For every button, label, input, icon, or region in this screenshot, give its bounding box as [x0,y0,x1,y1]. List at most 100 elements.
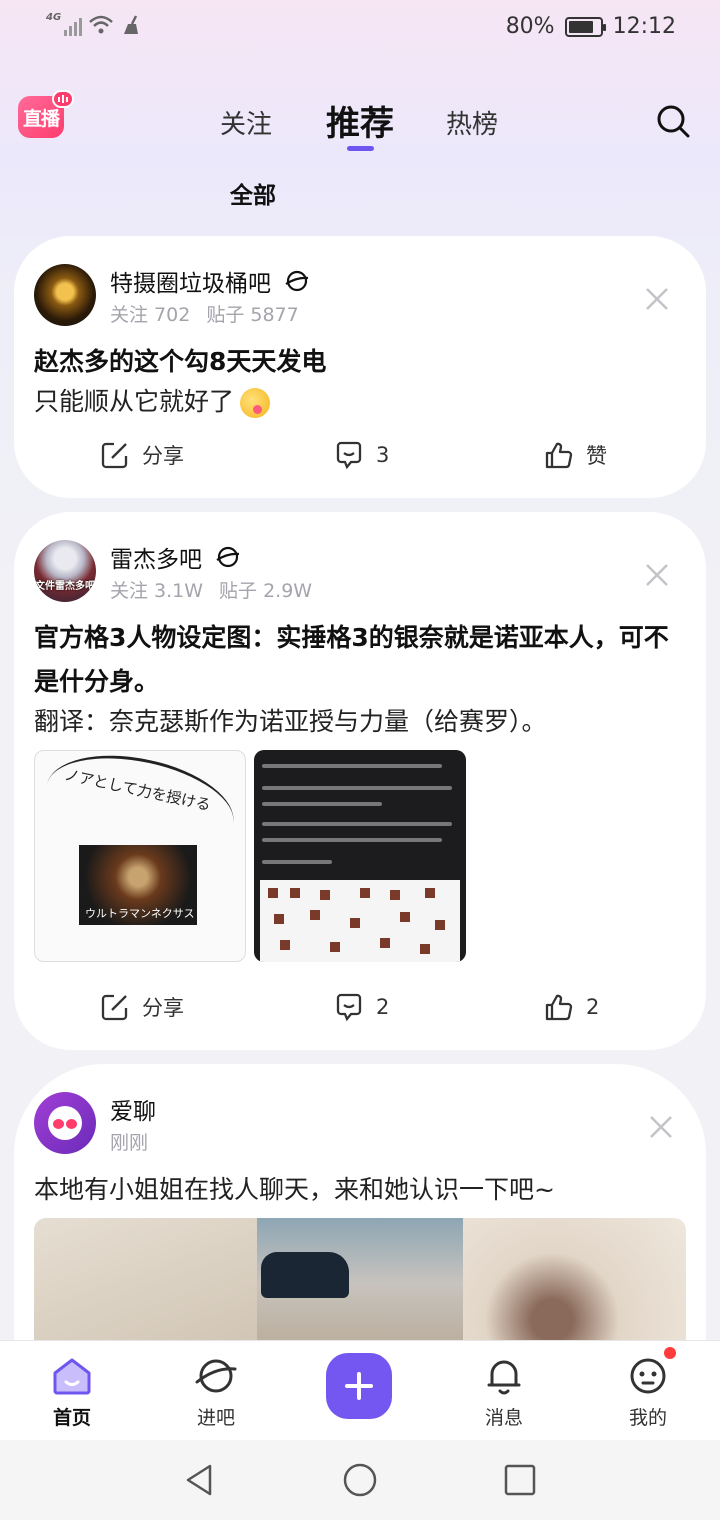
signal-icon: 4G [46,12,82,36]
tab-recommend[interactable]: 推荐 [326,96,394,145]
comment-button[interactable]: 2 [334,992,389,1022]
text-line [262,822,452,826]
forum-name-row[interactable]: 雷杰多吧 [110,540,240,574]
nav-messages[interactable]: 消息 [464,1355,544,1430]
post-count: 贴子 5877 [206,304,299,326]
tab-follow[interactable]: 关注 [220,104,272,141]
post-body[interactable]: 只能顺从它就好了 [34,382,694,422]
home-icon [53,1358,91,1395]
close-icon[interactable] [648,1114,674,1140]
tab-hot[interactable]: 热榜 [446,104,498,141]
like-label: 赞 [586,444,607,468]
plus-icon [345,1372,373,1400]
forum-name: 雷杰多吧 [110,547,202,573]
heart-eye-icon [66,1119,77,1129]
post-images: ノアとして力を授ける ウルトラマンネクサス [34,750,466,962]
app-avatar[interactable] [34,1092,96,1154]
post-card[interactable]: 特摄圈垃圾桶吧 关注 702 贴子 5877 赵杰多的这个勾8天天发电 只能顺从… [14,236,706,498]
text-line [262,786,452,790]
nav-messages-label: 消息 [484,1407,523,1429]
comment-count: 3 [376,443,390,467]
image-figure: ウルトラマンネクサス [79,845,197,925]
follow-count: 关注 702 [110,304,191,326]
status-right: 80% 12:12 [506,14,676,39]
share-label: 分享 [142,996,184,1020]
forum-meta: 关注 3.1W 贴子 2.9W [110,576,312,603]
system-nav [0,1440,720,1520]
nav-forums-label: 进吧 [196,1407,235,1429]
post-time: 刚刚 [110,1132,149,1154]
back-icon[interactable] [182,1462,218,1498]
share-icon [101,994,128,1021]
comment-button[interactable]: 3 [334,440,389,470]
post-time-row: 刚刚 [110,1128,148,1155]
nav-home-label: 首页 [52,1407,91,1429]
forum-meta: 关注 702 贴子 5877 [110,300,299,327]
comment-icon [336,993,362,1022]
battery-icon [564,16,606,37]
close-icon[interactable] [644,286,670,312]
clock: 12:12 [612,14,676,39]
bell-icon [487,1360,521,1395]
like-count: 2 [586,995,600,1019]
home-circle-icon[interactable] [342,1462,378,1498]
thumbs-up-icon [545,994,573,1021]
ad-text[interactable]: 本地有小姐姐在找人聊天，来和她认识一下吧~ [34,1170,694,1210]
like-button[interactable]: 2 [544,992,599,1022]
post-title[interactable]: 赵杰多的这个勾8天天发电 [34,340,674,384]
nav-profile[interactable]: 我的 [608,1355,688,1430]
text-line [262,764,442,768]
tongue-emoji-icon [240,388,271,418]
forum-planet-icon [216,546,240,568]
create-post-button[interactable] [326,1353,392,1419]
forum-avatar[interactable]: 文件雷杰多吧 [34,540,96,602]
status-left: 4G [46,12,140,36]
smiley-icon [630,1358,666,1394]
ad-card[interactable]: 爱聊 刚刚 本地有小姐姐在找人聊天，来和她认识一下吧~ [14,1064,706,1364]
text-line [262,860,332,864]
image-caption: ウルトラマンネクサス [85,907,195,920]
like-button[interactable]: 赞 [544,440,607,470]
post-count: 贴子 2.9W [219,580,313,602]
car-shape [261,1252,349,1298]
post-actions: 分享 2 2 [14,992,706,1032]
status-bar: 4G 80% 12:12 [0,0,720,56]
post-body-text: 只能顺从它就好了 [34,387,235,416]
heart-eye-icon [53,1119,64,1129]
battery-percent: 80% [505,14,555,39]
search-icon[interactable] [656,104,690,138]
close-icon[interactable] [644,562,670,588]
post-card[interactable]: 文件雷杰多吧 雷杰多吧 关注 3.1W 贴子 2.9W 官方格3人物设定图：实捶… [14,512,706,1050]
subtab-all[interactable]: 全部 [230,176,276,210]
nav-home[interactable]: 首页 [32,1355,112,1430]
cleaner-icon [124,15,138,34]
nav-profile-label: 我的 [628,1407,667,1429]
relation-chart [260,880,460,962]
forum-planet-icon [285,270,309,292]
avatar-text: 文件雷杰多吧 [35,581,95,592]
bottom-nav: 首页 进吧 消息 我的 [0,1340,720,1440]
post-image[interactable]: ノアとして力を授ける ウルトラマンネクサス [34,750,246,962]
nav-forums[interactable]: 进吧 [176,1355,256,1430]
forum-name: 特摄圈垃圾桶吧 [110,271,271,297]
text-line [262,802,382,806]
planet-icon [195,1359,237,1393]
share-icon [101,442,128,469]
post-body[interactable]: 翻译：奈克瑟斯作为诺亚授与力量（给赛罗）。 [34,702,694,742]
post-image[interactable] [254,750,466,962]
app-name-row[interactable]: 爱聊 [110,1092,156,1126]
forum-name-row[interactable]: 特摄圈垃圾桶吧 [110,264,309,298]
post-title[interactable]: 官方格3人物设定图：实捶格3的银奈就是诺亚本人，可不是什分身。 [34,616,674,704]
network-type: 4G [46,12,62,23]
notification-dot [664,1347,676,1359]
comment-icon [336,441,362,470]
share-label: 分享 [142,444,184,468]
forum-avatar[interactable] [34,264,96,326]
post-actions: 分享 3 赞 [14,440,706,480]
wifi-icon [89,15,113,34]
share-button[interactable]: 分享 [100,992,184,1022]
share-button[interactable]: 分享 [100,440,184,470]
recents-icon[interactable] [502,1462,538,1498]
follow-count: 关注 3.1W [110,580,204,602]
text-line [262,838,442,842]
